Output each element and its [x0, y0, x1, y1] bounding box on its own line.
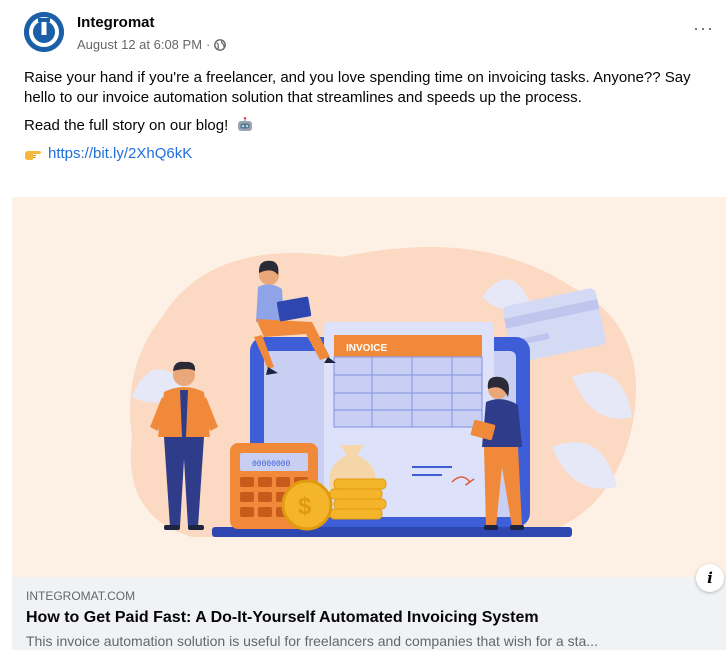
integromat-logo-icon	[24, 12, 64, 52]
preview-description: This invoice automation solution is usef…	[26, 633, 598, 649]
facebook-post: Integromat August 12 at 6:08 PM · ··· Ra…	[0, 0, 726, 650]
link-preview[interactable]: i INTEGROMAT.COM How to Get Paid Fast: A…	[12, 564, 726, 650]
meta-separator: ·	[206, 37, 211, 52]
robot-emoji-icon	[238, 117, 253, 131]
info-icon[interactable]: i	[696, 564, 724, 592]
page-avatar[interactable]	[24, 12, 64, 52]
read-story-text: Read the full story on our blog!	[24, 117, 229, 134]
post-timestamp[interactable]: August 12 at 6:08 PM	[77, 37, 202, 52]
post-paragraph-1: Raise your hand if you're a freelancer, …	[24, 69, 691, 106]
invoice-grid	[333, 356, 483, 428]
post-paragraph-2: Read the full story on our blog!	[24, 116, 704, 136]
post-text: Raise your hand if you're a freelancer, …	[24, 68, 704, 164]
page-name[interactable]: Integromat	[77, 14, 155, 31]
pointing-hand-icon	[25, 151, 41, 160]
invoice-label: INVOICE	[346, 343, 387, 354]
post-image[interactable]: INVOICE 00000000 $	[12, 197, 726, 577]
calculator-display: 00000000	[252, 460, 291, 469]
coin-symbol: $	[298, 493, 312, 520]
preview-title[interactable]: How to Get Paid Fast: A Do-It-Yourself A…	[26, 609, 539, 627]
post-header: Integromat August 12 at 6:08 PM · ···	[24, 12, 714, 56]
link-row: https://bit.ly/2XhQ6kK	[24, 144, 704, 164]
invoice-illustration: INVOICE 00000000 $	[130, 247, 636, 537]
more-options-button[interactable]: ···	[693, 18, 714, 39]
post-link[interactable]: https://bit.ly/2XhQ6kK	[48, 144, 192, 164]
preview-domain: INTEGROMAT.COM	[26, 589, 136, 603]
globe-icon[interactable]	[214, 38, 227, 51]
post-meta: August 12 at 6:08 PM ·	[77, 37, 227, 52]
coin-stack	[329, 478, 387, 520]
